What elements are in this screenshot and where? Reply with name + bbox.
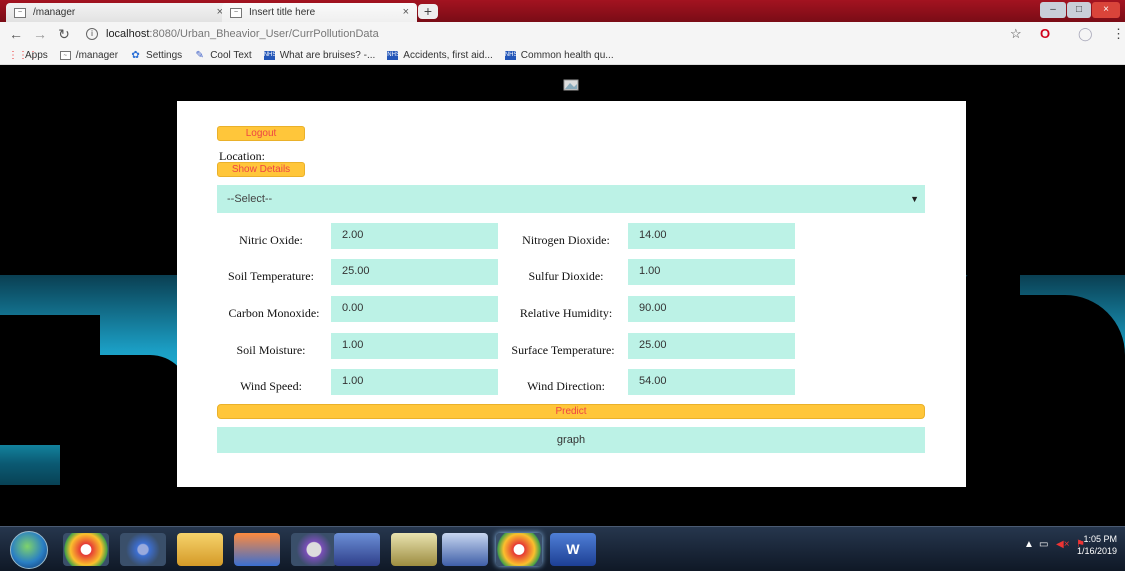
bookmark-apps[interactable]: ⋮⋮⋮ Apps (8, 50, 48, 61)
predict-button[interactable]: Predict (217, 404, 925, 419)
start-button[interactable] (10, 531, 48, 569)
browser-tab-strip: ~ /manager × ~ Insert title here × + – □… (0, 0, 1125, 22)
address-bar[interactable]: i localhost:8080/Urban_Bheavior_User/Cur… (86, 28, 379, 40)
opera-icon[interactable]: O (1040, 26, 1050, 41)
page-favicon-icon: ~ (230, 7, 242, 18)
menu-dots-icon[interactable]: ⋮ (1112, 26, 1125, 42)
notepad-taskbar-icon[interactable] (391, 533, 437, 566)
carbon-monoxide-field[interactable]: 0.00 (331, 296, 498, 322)
sulfur-dioxide-field[interactable]: 1.00 (628, 259, 795, 285)
bookmark-label: Accidents, first aid... (403, 49, 493, 61)
bookmark-label: What are bruises? -... (279, 49, 376, 61)
page-viewport: Logout Location: Show Details --Select--… (0, 65, 1125, 526)
tab-title: Insert title here (249, 7, 316, 18)
nitrogen-dioxide-field[interactable]: 14.00 (628, 223, 795, 249)
relative-humidity-field[interactable]: 90.00 (628, 296, 795, 322)
bookmark-manager[interactable]: ~ /manager (59, 49, 119, 61)
taskbar: W ▲ ▭ ◀× ⚑ 1:05 PM 1/16/2019 (0, 526, 1125, 571)
bookmark-common-health[interactable]: NHS Common health qu... (504, 49, 614, 61)
select-value: --Select-- (227, 193, 273, 205)
word-taskbar-icon[interactable]: W (550, 533, 596, 566)
chrome-taskbar-icon[interactable] (63, 533, 109, 566)
file-explorer-taskbar-icon[interactable] (177, 533, 223, 566)
soil-moisture-label: Soil Moisture: (236, 343, 306, 357)
tray-arrow-icon[interactable]: ▲ (1024, 539, 1034, 550)
bookmark-bruises[interactable]: NHS What are bruises? -... (263, 49, 376, 61)
extension-icon[interactable]: ◯ (1078, 26, 1093, 42)
eclipse-taskbar-icon[interactable] (291, 533, 337, 566)
bookmark-cool-text[interactable]: ✎ Cool Text (194, 49, 252, 61)
nhs-icon: NHS (387, 50, 400, 60)
clock[interactable]: 1:05 PM 1/16/2019 (1077, 533, 1117, 557)
bookmark-label: Settings (146, 49, 183, 61)
dropdown-arrow-icon: ▼ (910, 194, 919, 204)
nitric-oxide-label: Nitric Oxide: (239, 233, 303, 247)
nhs-icon: NHS (263, 50, 277, 60)
close-icon[interactable]: × (403, 6, 409, 18)
pollution-form-panel: Logout Location: Show Details --Select--… (177, 101, 966, 487)
location-select[interactable]: --Select-- ▼ (217, 185, 925, 213)
database-taskbar-icon[interactable] (442, 533, 488, 566)
url-host: localhost (106, 28, 150, 40)
page-favicon-icon: ~ (59, 50, 71, 60)
volume-icon[interactable]: ◀× (1056, 539, 1070, 550)
clock-time: 1:05 PM (1083, 534, 1117, 544)
page-favicon-icon: ~ (14, 7, 26, 18)
reload-icon[interactable]: ↻ (56, 26, 72, 43)
feather-icon: ✎ (195, 49, 204, 61)
tool-taskbar-icon[interactable] (334, 533, 380, 566)
tab-title: /manager (33, 7, 76, 18)
soil-temperature-label: Soil Temperature: (228, 269, 314, 283)
nitrogen-dioxide-label: Nitrogen Dioxide: (522, 233, 610, 247)
bookmark-label: /manager (75, 49, 119, 61)
show-details-button[interactable]: Show Details (217, 162, 305, 177)
chromium-taskbar-icon[interactable] (120, 533, 166, 566)
wind-speed-field[interactable]: 1.00 (331, 369, 498, 395)
logout-button[interactable]: Logout (217, 126, 305, 141)
soil-moisture-field[interactable]: 1.00 (331, 333, 498, 359)
carbon-monoxide-label: Carbon Monoxide: (228, 306, 320, 320)
sulfur-dioxide-label: Sulfur Dioxide: (528, 269, 604, 283)
url-path: :8080/Urban_Bheavior_User/CurrPollutionD… (149, 28, 379, 40)
tab-insert-title[interactable]: ~ Insert title here × (222, 3, 417, 22)
minimize-button[interactable]: – (1040, 2, 1066, 18)
gear-icon: ✿ (131, 49, 140, 61)
bookmark-label: Apps (25, 49, 48, 61)
wind-direction-field[interactable]: 54.00 (628, 369, 795, 395)
graph-button[interactable]: graph (217, 427, 925, 453)
network-icon[interactable]: ▭ (1039, 539, 1048, 550)
tab-manager[interactable]: ~ /manager × (6, 3, 231, 22)
window-close-button[interactable]: × (1092, 2, 1120, 18)
maximize-button[interactable]: □ (1067, 2, 1091, 18)
bookmarks-bar: ⋮⋮⋮ Apps ~ /manager ✿ Settings ✎ Cool Te… (0, 46, 1125, 65)
new-tab-button[interactable]: + (418, 4, 438, 19)
bookmark-accidents[interactable]: NHS Accidents, first aid... (387, 49, 493, 61)
clock-date: 1/16/2019 (1076, 546, 1117, 556)
apps-grid-icon: ⋮⋮⋮ (8, 49, 38, 61)
wind-speed-label: Wind Speed: (240, 379, 302, 393)
background-ground (0, 485, 1125, 526)
wind-direction-label: Wind Direction: (527, 379, 605, 393)
info-icon[interactable]: i (86, 28, 98, 40)
surface-temperature-field[interactable]: 25.00 (628, 333, 795, 359)
bookmark-label: Common health qu... (520, 49, 614, 61)
relative-humidity-label: Relative Humidity: (519, 306, 613, 320)
media-player-taskbar-icon[interactable] (234, 533, 280, 566)
back-arrow-icon[interactable]: ← (8, 26, 24, 42)
broken-image-icon (563, 79, 579, 91)
forward-arrow-icon[interactable]: → (32, 26, 48, 42)
browser-toolbar: ← → ↻ i localhost:8080/Urban_Bheavior_Us… (0, 22, 1125, 46)
surface-temperature-label: Surface Temperature: (511, 343, 615, 357)
nitric-oxide-field[interactable]: 2.00 (331, 223, 498, 249)
bookmark-settings[interactable]: ✿ Settings (130, 50, 182, 61)
chrome-active-taskbar-icon[interactable] (496, 533, 542, 566)
soil-temperature-field[interactable]: 25.00 (331, 259, 498, 285)
bookmark-star-icon[interactable]: ☆ (1010, 26, 1022, 42)
nhs-icon: NHS (504, 50, 518, 60)
bookmark-label: Cool Text (210, 49, 252, 61)
